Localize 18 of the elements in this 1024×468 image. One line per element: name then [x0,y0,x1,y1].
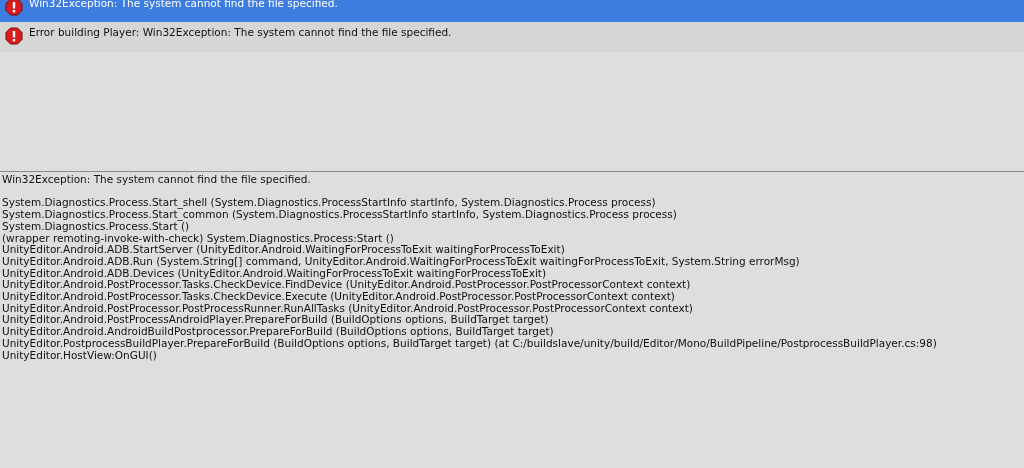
error-icon [5,27,23,45]
stack-trace-line: (wrapper remoting-invoke-with-check) System.Diagnostics.Process:Start () [2,232,395,245]
stack-trace-line: System.Diagnostics.Process.Start_common (System.Diagnostics.ProcessStartInfo startInfo, System.Diagnostics.Process process) [2,209,678,221]
stack-trace-line: UnityEditor.HostView:OnGUI() [2,349,157,362]
stack-trace-line: UnityEditor.Android.ADB.StartServer (UnityEditor.Android.WaitingForProcessToExit waitingForProcessToExit) [2,244,566,256]
stack-trace-line: UnityEditor.Android.AndroidBuildPostprocessor.PrepareForBuild (BuildOptions options, BuildTarget target) [2,326,555,338]
stack-trace-line: UnityEditor.Android.PostProcessor.Tasks.CheckDevice.FindDevice (UnityEditor.Android.PostProcessor.PostProcessorContext context) [2,279,692,291]
stack-trace-line: UnityEditor.Android.PostProcessAndroidPlayer.PrepareForBuild (BuildOptions options, BuildTarget target) [2,314,549,327]
error-icon [5,0,23,16]
stack-trace-line: UnityEditor.Android.PostProcessor.PostProcessRunner.RunAllTasks (UnityEditor.Android.PostProcessor.PostProcessorContext context) [2,302,694,315]
detail-message: Win32Exception: The system cannot find the file specified. [2,174,312,186]
stack-trace-line: UnityEditor.Android.PostProcessor.Tasks.CheckDevice.Execute (UnityEditor.Android.PostProcessor.PostProcessorContext context) [2,291,676,303]
log-entry[interactable]: Error building Player: Win32Exception: The system cannot find the file specified. [0,22,1024,52]
stack-trace-line: UnityEditor.Android.ADB.Run (System.String[] command, UnityEditor.Android.WaitingForProcessToExit waitingForProcessToExit, System.String errorMsg) [2,255,801,268]
stack-trace-line: UnityEditor.Android.ADB.Devices (UnityEditor.Android.WaitingForProcessToExit waitingForProcessToExit) [2,267,547,280]
stack-trace-line: System.Diagnostics.Process.Start_shell (System.Diagnostics.ProcessStartInfo startInfo, System.Diagnostics.Process process) [2,197,657,210]
stack-trace-line: UnityEditor.PostprocessBuildPlayer.PrepareForBuild (BuildOptions options, BuildTarget target) (at C:/buildslave/unity/build/Editor/Mono/BuildPipeline/PostprocessBuildPlayer.cs:98) [2,337,938,350]
stack-trace-line: System.Diagnostics.Process.Start () [2,220,190,233]
